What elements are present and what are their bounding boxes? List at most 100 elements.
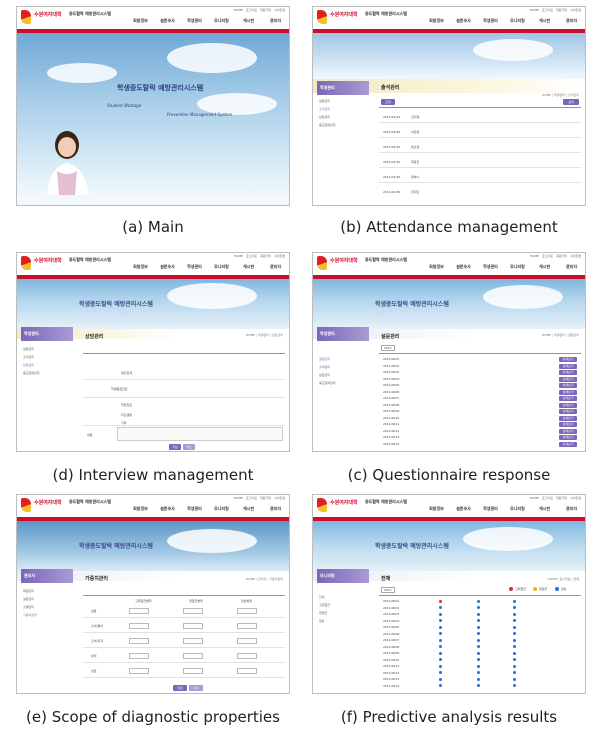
- detail-button[interactable]: 상세보기: [559, 357, 577, 362]
- nav-item[interactable]: 설문조사: [154, 506, 181, 512]
- nav-item[interactable]: 회원정보: [423, 18, 450, 24]
- nav-item[interactable]: 관리자: [262, 18, 289, 24]
- main-nav: 회원정보 설문조사 학생관리 모니터링 게시판 관리자: [423, 264, 585, 270]
- sidebar-item[interactable]: 위험군: [319, 611, 369, 619]
- nav-item[interactable]: 학생관리: [477, 264, 504, 270]
- util-links[interactable]: HOME 로그아웃 회원가입 사이트맵: [530, 496, 581, 500]
- range-input[interactable]: [237, 653, 257, 659]
- detail-button[interactable]: 상세보기: [559, 363, 577, 369]
- detail-button[interactable]: 상세보기: [559, 415, 577, 421]
- util-links[interactable]: HOME 로그아웃 회원가입 사이트맵: [234, 8, 285, 12]
- detail-button[interactable]: 상세보기: [559, 409, 577, 414]
- detail-button[interactable]: 상세보기: [559, 370, 577, 375]
- year-select[interactable]: 2011: [381, 345, 395, 351]
- nav-item[interactable]: 모니터링: [208, 506, 235, 512]
- nav-item[interactable]: 설문조사: [450, 264, 477, 270]
- year-select[interactable]: 2011: [381, 587, 395, 593]
- sidebar-item[interactable]: 중도탈락관리: [23, 371, 73, 379]
- nav-item[interactable]: 회원정보: [127, 506, 154, 512]
- detail-button[interactable]: 상세보기: [559, 435, 577, 440]
- nav-item[interactable]: 학생관리: [477, 18, 504, 24]
- nav-item[interactable]: 설문조사: [154, 18, 181, 24]
- sidebar-item[interactable]: 설문관리: [319, 99, 369, 107]
- sidebar-item[interactable]: 회원관리: [23, 589, 73, 597]
- cancel-button[interactable]: 취소: [183, 444, 195, 450]
- range-input[interactable]: [129, 623, 149, 629]
- nav-item[interactable]: 게시판: [531, 264, 558, 270]
- detail-button[interactable]: 상세보기: [559, 402, 577, 408]
- range-input[interactable]: [183, 668, 203, 674]
- nav-item[interactable]: 학생관리: [181, 506, 208, 512]
- range-input[interactable]: [129, 638, 149, 644]
- nav-item[interactable]: 모니터링: [504, 18, 531, 24]
- range-input[interactable]: [237, 638, 257, 644]
- nav-item[interactable]: 학생관리: [477, 506, 504, 512]
- cancel-button[interactable]: 취소: [189, 685, 203, 691]
- nav-item[interactable]: 모니터링: [504, 264, 531, 270]
- sidebar-item[interactable]: 설문관리: [23, 347, 73, 355]
- nav-item[interactable]: 학생관리: [181, 18, 208, 24]
- sidebar-item[interactable]: 설문관리: [319, 357, 369, 365]
- detail-button[interactable]: 상세보기: [559, 376, 577, 382]
- nav-item[interactable]: 게시판: [235, 18, 262, 24]
- nav-item[interactable]: 회원정보: [423, 506, 450, 512]
- nav-item[interactable]: 게시판: [531, 506, 558, 512]
- range-input[interactable]: [129, 653, 149, 659]
- sidebar-item[interactable]: 고위험군: [319, 603, 369, 611]
- save-button[interactable]: 저장: [169, 444, 181, 450]
- sidebar-item[interactable]: 출석관리: [319, 107, 369, 115]
- detail-button[interactable]: 상세보기: [559, 383, 577, 388]
- nav-item[interactable]: 모니터링: [504, 506, 531, 512]
- util-links[interactable]: HOME 로그아웃 회원가입 사이트맵: [234, 254, 285, 258]
- sidebar-item[interactable]: 상담관리: [319, 115, 369, 123]
- detail-button[interactable]: 상세보기: [559, 389, 577, 395]
- sidebar-item[interactable]: 전체: [319, 595, 369, 603]
- sidebar-item[interactable]: 출석관리: [319, 365, 369, 373]
- util-links[interactable]: HOME 로그아웃 회원가입 사이트맵: [530, 254, 581, 258]
- range-input[interactable]: [237, 668, 257, 674]
- detail-button[interactable]: 상세보기: [559, 422, 577, 427]
- sidebar-item[interactable]: 가중치관리: [23, 613, 73, 621]
- search-button[interactable]: 검색: [563, 99, 579, 105]
- sidebar-item[interactable]: 중도탈락관리: [319, 381, 369, 389]
- range-input[interactable]: [183, 653, 203, 659]
- save-button[interactable]: 저장: [173, 685, 187, 691]
- nav-item[interactable]: 게시판: [235, 264, 262, 270]
- detail-button[interactable]: 상세보기: [559, 441, 577, 447]
- nav-item[interactable]: 회원정보: [127, 264, 154, 270]
- util-links[interactable]: HOME 로그아웃 회원가입 사이트맵: [530, 8, 581, 12]
- nav-item[interactable]: 게시판: [531, 18, 558, 24]
- range-input[interactable]: [183, 638, 203, 644]
- range-input[interactable]: [183, 623, 203, 629]
- sidebar-item[interactable]: 출석관리: [23, 355, 73, 363]
- nav-item[interactable]: 회원정보: [127, 18, 154, 24]
- detail-button[interactable]: 상세보기: [559, 396, 577, 401]
- nav-item[interactable]: 관리자: [558, 18, 585, 24]
- nav-item[interactable]: 모니터링: [208, 18, 235, 24]
- range-input[interactable]: [183, 608, 203, 614]
- nav-item[interactable]: 설문조사: [154, 264, 181, 270]
- nav-item[interactable]: 관리자: [262, 264, 289, 270]
- range-input[interactable]: [129, 668, 149, 674]
- sidebar-item[interactable]: 상담관리: [23, 363, 73, 371]
- nav-item[interactable]: 설문조사: [450, 18, 477, 24]
- nav-item[interactable]: 회원정보: [423, 264, 450, 270]
- sidebar-item[interactable]: 상담관리: [319, 373, 369, 381]
- sidebar-item[interactable]: 중도탈락관리: [319, 123, 369, 131]
- sidebar-item[interactable]: 설문관리: [23, 597, 73, 605]
- range-input[interactable]: [237, 623, 257, 629]
- detail-button[interactable]: 상세보기: [559, 428, 577, 434]
- range-input[interactable]: [129, 608, 149, 614]
- nav-item[interactable]: 설문조사: [450, 506, 477, 512]
- nav-item[interactable]: 게시판: [235, 506, 262, 512]
- range-input[interactable]: [237, 608, 257, 614]
- nav-item[interactable]: 모니터링: [208, 264, 235, 270]
- util-links[interactable]: HOME 로그아웃 회원가입 사이트맵: [234, 496, 285, 500]
- nav-item[interactable]: 관리자: [558, 506, 585, 512]
- nav-item[interactable]: 학생관리: [181, 264, 208, 270]
- sidebar-item[interactable]: 정상: [319, 619, 369, 627]
- sidebar-item[interactable]: 출결관리: [23, 605, 73, 613]
- nav-item[interactable]: 관리자: [262, 506, 289, 512]
- nav-item[interactable]: 관리자: [558, 264, 585, 270]
- memo-textarea[interactable]: [117, 427, 283, 441]
